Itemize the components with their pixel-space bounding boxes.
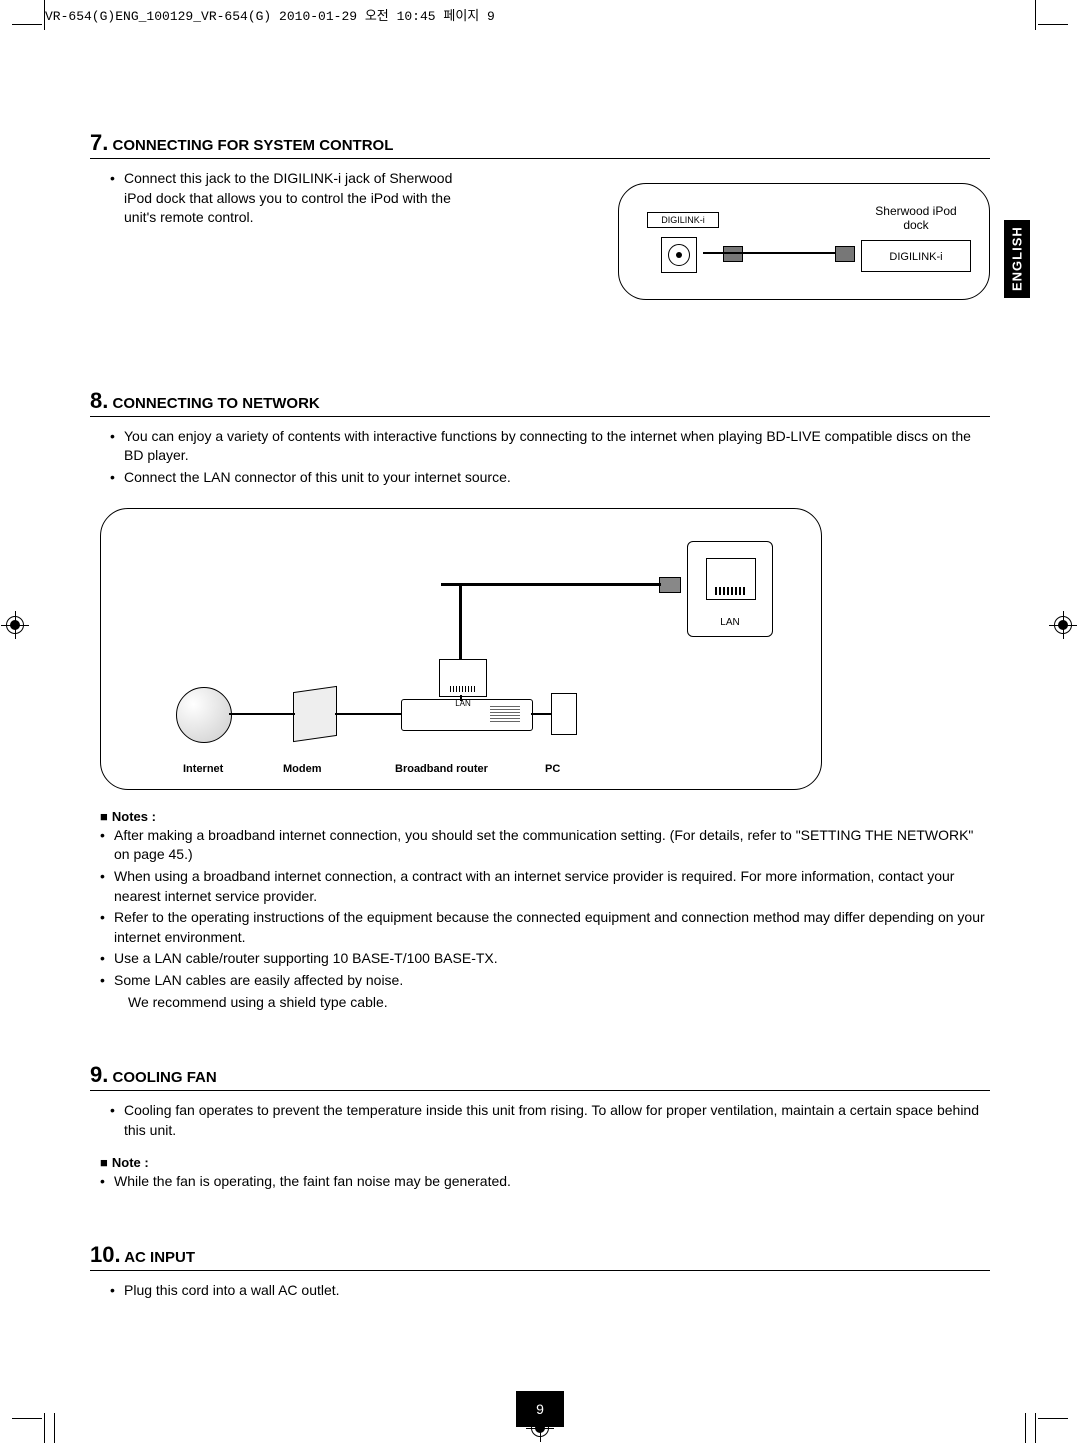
label-pc: PC xyxy=(545,763,560,775)
note-heading: Note : xyxy=(100,1154,990,1172)
section-8-bullet-text: Connect the LAN connector of this unit t… xyxy=(124,468,511,488)
note-text: After making a broadband internet connec… xyxy=(114,826,990,865)
cable-line xyxy=(335,713,401,715)
section-9-bullet: •Cooling fan operates to prevent the tem… xyxy=(110,1101,990,1140)
rj45-connector-icon: LAN xyxy=(439,659,487,697)
section-7-bullet-text: Connect this jack to the DIGILINK-i jack… xyxy=(124,169,470,228)
language-tab: ENGLISH xyxy=(1004,220,1030,298)
network-diagram: LAN LAN Internet Modem Broadband router … xyxy=(100,508,822,790)
section-8-title: 8. CONNECTING TO NETWORK xyxy=(90,388,990,417)
section-9-number: 9. xyxy=(90,1062,108,1087)
label-modem: Modem xyxy=(283,763,395,775)
note-item: •Use a LAN cable/router supporting 10 BA… xyxy=(100,949,990,969)
section-9-title: 9. COOLING FAN xyxy=(90,1062,990,1091)
note-item: •When using a broadband internet connect… xyxy=(100,867,990,906)
note-text: We recommend using a shield type cable. xyxy=(128,993,388,1013)
section-8-bullet-text: You can enjoy a variety of contents with… xyxy=(124,427,990,466)
note-item: •Refer to the operating instructions of … xyxy=(100,908,990,947)
section-8-number: 8. xyxy=(90,388,108,413)
section-10-title: 10. AC INPUT xyxy=(90,1242,990,1271)
section-10-heading: AC INPUT xyxy=(124,1249,195,1266)
internet-globe-icon xyxy=(176,687,232,743)
section-7-heading: CONNECTING FOR SYSTEM CONTROL xyxy=(113,137,394,154)
section-10-bullet: •Plug this cord into a wall AC outlet. xyxy=(110,1281,990,1301)
digilink-jack-label: DIGILINK-i xyxy=(647,212,719,228)
section-9-bullet-text: Cooling fan operates to prevent the temp… xyxy=(124,1101,990,1140)
section-7-title: 7. CONNECTING FOR SYSTEM CONTROL xyxy=(90,130,990,159)
section-8-bullet: •Connect the LAN connector of this unit … xyxy=(110,468,990,488)
notes-heading: Notes : xyxy=(100,808,990,826)
registration-mark-bottom xyxy=(531,1419,549,1437)
modem-icon xyxy=(293,685,337,741)
section-7-number: 7. xyxy=(90,130,108,155)
ipod-dock-box: Sherwood iPod dock DIGILINK-i xyxy=(861,204,971,272)
digilink-diagram: DIGILINK-i Sherwood iPod dock DIGILINK-i xyxy=(618,183,990,300)
section-8-bullet: •You can enjoy a variety of contents wit… xyxy=(110,427,990,466)
section-8-heading: CONNECTING TO NETWORK xyxy=(113,395,320,412)
ipod-dock-jack-label: DIGILINK-i xyxy=(889,251,942,263)
note-item-continuation: We recommend using a shield type cable. xyxy=(114,993,990,1013)
note-text: When using a broadband internet connecti… xyxy=(114,867,990,906)
note-text: Refer to the operating instructions of t… xyxy=(114,908,990,947)
ipod-dock-title: Sherwood iPod dock xyxy=(861,204,971,232)
note-text: Use a LAN cable/router supporting 10 BAS… xyxy=(114,949,498,969)
network-labels-row: Internet Modem Broadband router PC xyxy=(101,763,821,775)
section-9-heading: COOLING FAN xyxy=(113,1069,217,1086)
section-10-bullet-text: Plug this cord into a wall AC outlet. xyxy=(124,1281,340,1301)
cable-plug-icon xyxy=(835,246,855,262)
label-internet: Internet xyxy=(183,763,283,775)
note-item: •While the fan is operating, the faint f… xyxy=(100,1172,990,1192)
lan-panel-icon: LAN xyxy=(687,541,773,637)
rj45-plug-icon xyxy=(659,577,681,593)
lan-panel-label: LAN xyxy=(688,617,772,628)
router-icon xyxy=(401,699,533,731)
note-item: •Some LAN cables are easily affected by … xyxy=(100,971,990,991)
cable-line xyxy=(703,252,853,254)
cable-line xyxy=(229,713,295,715)
cable-line xyxy=(459,583,462,661)
cable-line xyxy=(531,713,551,715)
cable-line xyxy=(441,583,661,586)
note-item: •After making a broadband internet conne… xyxy=(100,826,990,865)
lan-port-icon xyxy=(706,558,756,600)
note-text: While the fan is operating, the faint fa… xyxy=(114,1172,511,1192)
pc-icon xyxy=(551,693,577,735)
note-text: Some LAN cables are easily affected by n… xyxy=(114,971,403,991)
section-7-bullet: • Connect this jack to the DIGILINK-i ja… xyxy=(110,169,470,228)
cable-plug-icon xyxy=(723,246,743,262)
label-router: Broadband router xyxy=(395,763,545,775)
section-10-number: 10. xyxy=(90,1242,121,1267)
digilink-jack-icon xyxy=(661,237,697,273)
